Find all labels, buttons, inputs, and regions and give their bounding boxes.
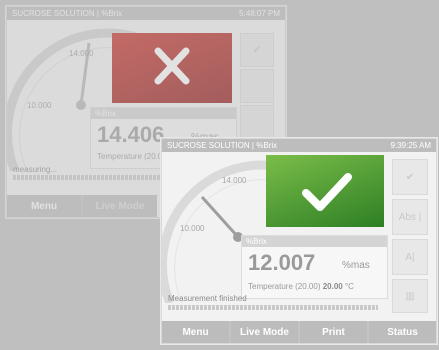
front-status-message: Measurement finished <box>168 294 247 303</box>
front-confirm-button[interactable]: ✔ <box>392 159 428 195</box>
check-icon: ✔ <box>405 171 415 183</box>
front-gauge-tick-high: 14.000 <box>222 176 247 185</box>
back-time: 5:48:07 PM <box>239 9 280 18</box>
front-print-icon-button[interactable]: ▥ <box>392 279 428 313</box>
front-status-button[interactable]: Status <box>369 321 436 343</box>
front-a-button[interactable]: A| <box>392 239 428 275</box>
front-abs-button[interactable]: Abs | <box>392 199 428 235</box>
front-a-label: A| <box>405 251 415 263</box>
check-icon: ✔ <box>252 44 262 56</box>
front-live-mode-button[interactable]: Live Mode <box>231 321 298 343</box>
back-side-button-3[interactable] <box>240 105 274 139</box>
back-gauge-tick-low: 10.000 <box>27 101 52 110</box>
front-time: 9:39:25 AM <box>390 141 431 150</box>
cross-icon <box>154 47 190 85</box>
front-readout-value: 12.007 <box>248 250 316 275</box>
front-abs-label: Abs | <box>398 211 422 223</box>
back-confirm-button[interactable]: ✔ <box>240 33 274 67</box>
front-temperature-unit: °C <box>344 282 354 291</box>
front-progress-bar <box>168 305 378 310</box>
back-status-message: measuring... <box>13 165 58 174</box>
front-measurement-screen: SUCROSE SOLUTION | %Brix 9:39:25 AM 14.0… <box>161 138 437 344</box>
back-side-button-2[interactable] <box>240 69 274 103</box>
front-print-button[interactable]: Print <box>300 321 367 343</box>
printer-icon: ▥ <box>405 290 415 302</box>
back-live-mode-button[interactable]: Live Mode <box>83 195 157 217</box>
back-title: SUCROSE SOLUTION | %Brix <box>12 9 123 18</box>
back-readout-value: 14.406 <box>97 122 165 147</box>
front-readout-panel: %Brix 12.007 %mas Temperature (20.00) 20… <box>241 235 388 299</box>
fail-status-panel <box>112 33 232 103</box>
front-gauge-tick-low: 10.000 <box>180 224 205 233</box>
front-temperature: Temperature (20.00) 20.00 °C <box>248 282 354 291</box>
front-title-bar: SUCROSE SOLUTION | %Brix 9:39:25 AM <box>162 139 436 152</box>
front-temperature-label: Temperature (20.00) <box>248 282 321 291</box>
front-title: SUCROSE SOLUTION | %Brix <box>167 141 278 150</box>
front-readout-unit: %mas <box>342 260 370 271</box>
front-temperature-value: 20.00 <box>322 282 343 291</box>
pass-status-panel <box>266 155 384 227</box>
front-readout-header: %Brix <box>242 236 387 247</box>
back-title-bar: SUCROSE SOLUTION | %Brix 5:48:07 PM <box>7 7 285 20</box>
back-gauge-tick-high: 14.000 <box>69 49 94 58</box>
back-progress-bar <box>13 175 163 180</box>
front-bottom-menu: Menu Live Mode Print Status <box>162 321 436 343</box>
checkmark-icon <box>302 173 352 211</box>
back-bottom-menu: Menu Live Mode <box>7 195 157 217</box>
front-gauge-needle <box>200 195 240 239</box>
front-menu-button[interactable]: Menu <box>162 321 229 343</box>
back-temperature: Temperature (20.00 <box>97 152 167 161</box>
back-readout-header: %Brix <box>91 108 236 119</box>
back-menu-button[interactable]: Menu <box>7 195 81 217</box>
